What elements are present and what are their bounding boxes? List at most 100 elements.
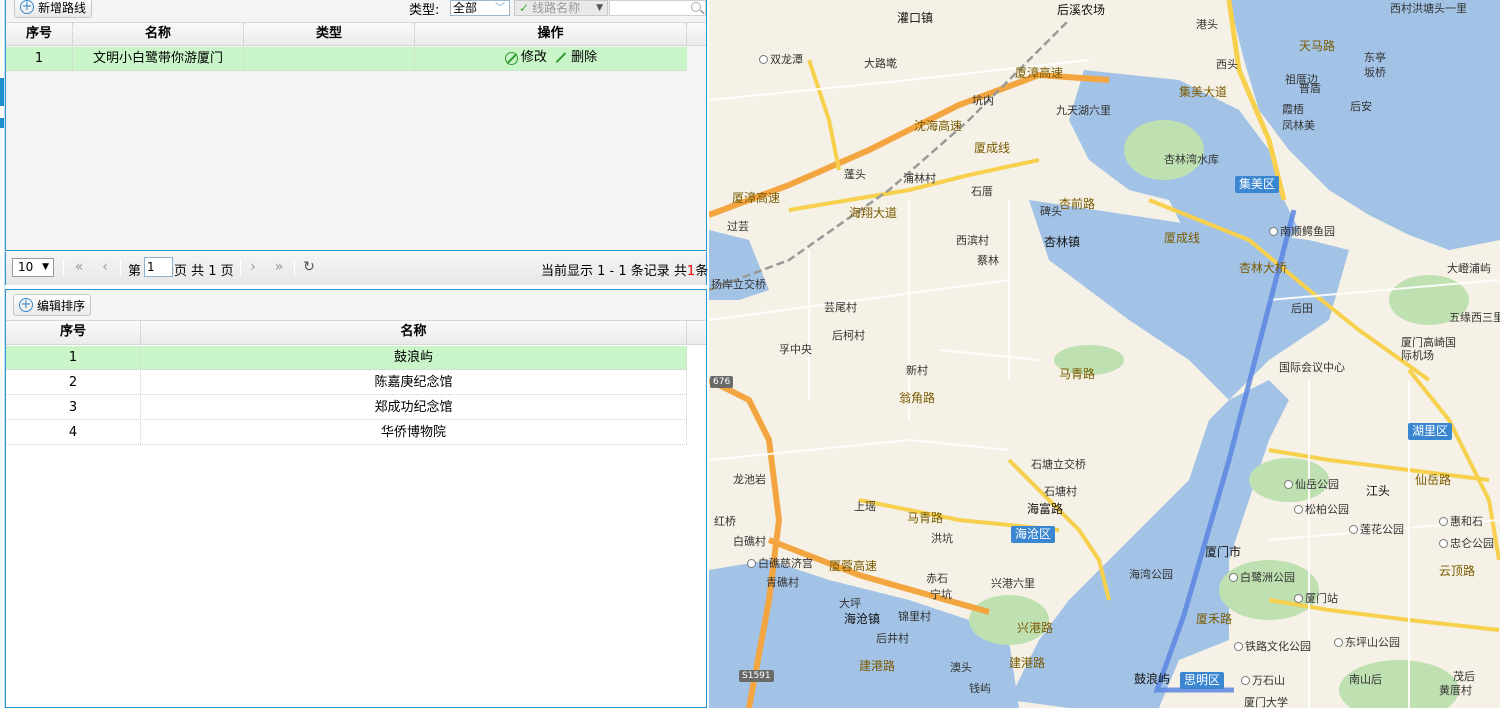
map-label: 大坪 (839, 597, 861, 610)
map-label: 惠和石 (1439, 515, 1483, 528)
map-label: 霞梧 (1282, 103, 1304, 116)
map-label: 沈海高速 (914, 119, 963, 133)
map-label: 灌口镇 (897, 11, 934, 25)
col-index[interactable]: 序号 (6, 321, 141, 344)
add-icon: + (20, 0, 34, 14)
add-route-label: 新增路线 (38, 0, 87, 15)
page-number-input[interactable]: 1 (144, 257, 173, 277)
col-actions[interactable]: 操作 (415, 23, 687, 45)
map-label-text: 莲花公园 (1360, 523, 1404, 536)
map-label: 厦成线 (974, 141, 1011, 155)
page-size-select[interactable]: 10 ▼ (12, 258, 54, 277)
add-route-button[interactable]: + 新增路线 (14, 0, 93, 18)
routes-table-header: 序号 名称 类型 操作 (6, 22, 706, 46)
poi-icon (1269, 227, 1278, 236)
edit-route-link[interactable]: 修改 (504, 47, 547, 69)
district-badge[interactable]: 集美区 (1235, 176, 1280, 193)
sites-panel: + 编辑排序 序号 名称 1 鼓浪屿 2 陈嘉庚纪念馆 3 郑成功纪念馆 4 华… (5, 289, 707, 708)
route-name-combo[interactable]: ✓ 线路名称 ▼ (514, 0, 608, 16)
map-label: 仙岳公园 (1284, 478, 1339, 491)
map-label: 普盾 (1299, 82, 1321, 95)
map-label: 红桥 (714, 515, 736, 528)
row-index: 1 (6, 47, 73, 70)
map-label: 铁路文化公园 (1234, 640, 1311, 653)
map-view[interactable]: 灌口镇 后溪农场 港头 西村洪塘头一里 双龙潭 大路墘 厦漳高速 天马路 西头 … (709, 0, 1500, 708)
search-icon[interactable] (691, 2, 701, 12)
table-row[interactable]: 1 鼓浪屿 (6, 346, 687, 370)
map-label: 新村 (906, 364, 928, 377)
map-label-text: 铁路文化公园 (1245, 640, 1311, 653)
col-index[interactable]: 序号 (6, 23, 73, 45)
prev-page-icon[interactable]: ‹ (96, 258, 114, 276)
edge-marker-top (0, 78, 4, 106)
col-name[interactable]: 名称 (141, 321, 687, 344)
poi-icon (1294, 505, 1303, 514)
map-label: 碑头 (1040, 205, 1062, 218)
map-label: 鼓浪屿 (1134, 672, 1171, 686)
row-index: 2 (6, 371, 141, 394)
sites-toolbar: + 编辑排序 (6, 290, 706, 320)
delete-route-link[interactable]: 删除 (555, 47, 597, 69)
row-index: 1 (6, 346, 141, 369)
type-filter-value: 全部 (453, 1, 478, 15)
edit-order-button[interactable]: + 编辑排序 (13, 294, 92, 316)
poi-icon (747, 559, 756, 568)
record-total-suffix: 条 (695, 264, 709, 279)
refresh-icon[interactable]: ↻ (300, 258, 318, 276)
map-label: 杏林大桥 (1239, 261, 1288, 275)
poi-icon (1294, 594, 1303, 603)
last-page-icon[interactable]: » (270, 258, 288, 276)
map-label: 兴港六里 (991, 577, 1035, 590)
map-label: 宁坑 (930, 588, 952, 601)
chevron-down-icon: ▼ (42, 262, 49, 272)
map-label: 浦林村 (903, 172, 936, 185)
type-filter-select[interactable]: 全部 ﹀ (450, 0, 510, 16)
next-page-icon[interactable]: › (244, 258, 262, 276)
map-label: 白鹭洲公园 (1229, 571, 1295, 584)
map-label: 厦门大学 (1244, 696, 1288, 708)
first-page-icon[interactable]: « (70, 258, 88, 276)
map-label-text: 南顺鳄鱼园 (1280, 225, 1335, 238)
col-type[interactable]: 类型 (244, 23, 415, 45)
add-icon: + (19, 297, 33, 312)
row-name: 郑成功纪念馆 (141, 396, 687, 419)
map-label: 后井村 (876, 632, 909, 645)
map-label: 石塘村 (1044, 485, 1077, 498)
map-label: 大路墘 (864, 57, 897, 70)
district-badge[interactable]: 思明区 (1180, 672, 1225, 689)
map-label: 石厝 (971, 185, 993, 198)
map-label: 芸尾村 (824, 301, 857, 314)
map-label: 茂后 (1453, 670, 1475, 683)
map-label: 兴港路 (1017, 621, 1054, 635)
record-summary: 当前显示 1 - 1 条记录 共1条 (541, 260, 708, 279)
routes-toolbar: + 新增路线 类型: 全部 ﹀ ✓ 线路名称 ▼ (6, 0, 706, 22)
poi-icon (1234, 642, 1243, 651)
table-row[interactable]: 1 文明小白鹭带你游厦门 修改 删除 (6, 47, 687, 71)
page-size-value: 10 (18, 260, 34, 274)
map-label: 澳头 (950, 661, 972, 674)
map-label: 集美大道 (1179, 85, 1228, 99)
row-index: 4 (6, 421, 141, 444)
table-row[interactable]: 4 华侨博物院 (6, 421, 687, 445)
routes-panel: + 新增路线 类型: 全部 ﹀ ✓ 线路名称 ▼ 序号 名称 类型 操作 1 文… (5, 0, 707, 251)
map-label: 蓬头 (844, 168, 866, 181)
map-label: 翁角路 (899, 391, 936, 405)
record-display-text: 当前显示 1 - 1 条记录 共 (541, 264, 687, 279)
map-label: 蔡林 (977, 254, 999, 267)
map-label: 黄厝村 (1439, 684, 1472, 697)
route-search-input[interactable] (609, 0, 706, 16)
map-label: 扬岸立交桥 (711, 278, 766, 291)
map-label: 海翔大道 (849, 206, 898, 220)
sites-table-header: 序号 名称 (6, 320, 706, 345)
map-label: 仙岳路 (1415, 473, 1452, 487)
col-name[interactable]: 名称 (73, 23, 244, 45)
table-row[interactable]: 3 郑成功纪念馆 (6, 396, 687, 420)
divider (294, 259, 295, 277)
map-label: 后田 (1291, 302, 1313, 315)
map-label: 云顶路 (1439, 564, 1476, 578)
map-label-text: 白礁慈济宫 (758, 557, 813, 570)
district-badge[interactable]: 海沧区 (1011, 526, 1056, 543)
table-row[interactable]: 2 陈嘉庚纪念馆 (6, 371, 687, 395)
district-badge[interactable]: 湖里区 (1408, 423, 1453, 440)
map-label: 东坪山公园 (1334, 636, 1400, 649)
